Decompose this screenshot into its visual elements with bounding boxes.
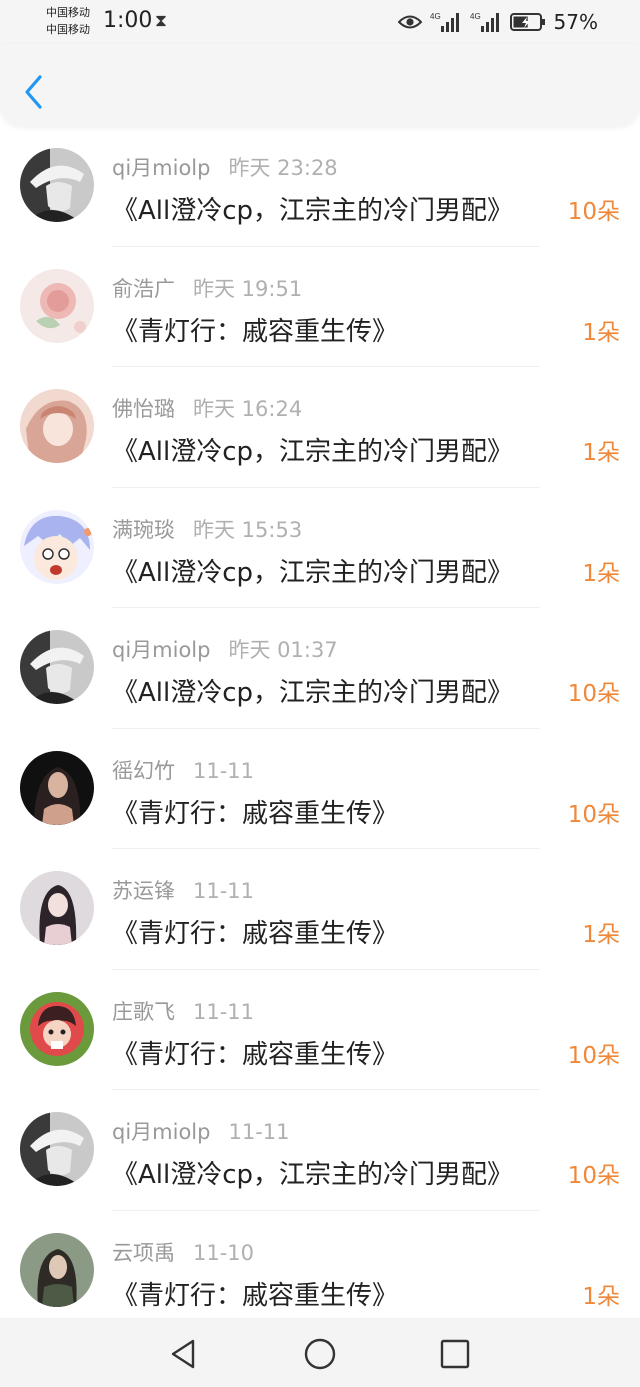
gift-time: 11-11 xyxy=(193,999,255,1024)
header-bar xyxy=(0,44,640,126)
list-item[interactable]: qi月miolp 昨天 01:37 《All澄冷cp，江宗主的冷门男配》 10朵 xyxy=(0,608,640,729)
flower-count: 10朵 xyxy=(567,1042,620,1069)
list-item[interactable]: 徭幻竹 11-11 《青灯行：戚容重生传》 10朵 xyxy=(0,729,640,849)
gift-sender: qi月miolp 昨天 23:28 xyxy=(112,152,338,182)
list-item[interactable]: 庄歌飞 11-11 《青灯行：戚容重生传》 10朵 xyxy=(0,970,640,1090)
nav-back-button[interactable] xyxy=(165,1336,201,1372)
book-title: 《All澄冷cp，江宗主的冷门男配》 xyxy=(112,437,514,467)
gift-time: 昨天 23:28 xyxy=(228,156,338,180)
battery-icon xyxy=(509,13,545,31)
flower-count: 10朵 xyxy=(567,199,620,225)
book-title: 《青灯行：戚容重生传》 xyxy=(112,919,399,949)
sender-name: 满琬琰 xyxy=(112,517,175,542)
avatar xyxy=(20,991,94,1066)
avatar xyxy=(20,750,94,825)
gift-time: 昨天 01:37 xyxy=(228,638,338,662)
book-title: 《All澄冷cp，江宗主的冷门男配》 xyxy=(112,678,514,708)
list-item[interactable]: 苏运锋 11-11 《青灯行：戚容重生传》 1朵 xyxy=(0,849,640,970)
sender-name: qi月miolp xyxy=(112,156,211,180)
gift-sender: 庄歌飞 11-11 xyxy=(112,996,254,1026)
carrier-labels: 中国移动 中国移动 xyxy=(46,4,90,38)
gift-time: 昨天 15:53 xyxy=(193,517,303,542)
book-title: 《青灯行：戚容重生传》 xyxy=(112,316,399,347)
gift-time: 11-10 xyxy=(193,1240,255,1265)
gift-sender: qi月miolp 昨天 01:37 xyxy=(112,634,338,664)
avatar xyxy=(20,1112,94,1186)
eye-icon xyxy=(397,15,422,29)
gift-sender: 苏运锋 11-11 xyxy=(112,875,254,905)
book-title: 《All澄冷cp，江宗主的冷门男配》 xyxy=(112,196,514,226)
nav-recents-button[interactable] xyxy=(437,1336,473,1372)
sender-name: 云项禹 xyxy=(112,1240,175,1265)
list-item[interactable]: 云项禹 11-10 《青灯行：戚容重生传》 1朵 xyxy=(0,1211,640,1332)
nav-home-button[interactable] xyxy=(302,1336,338,1372)
flower-count: 1朵 xyxy=(582,319,620,346)
sender-name: 佛怡璐 xyxy=(112,397,175,421)
carrier-label-1: 中国移动 xyxy=(46,6,90,19)
triangle-back-icon xyxy=(171,1339,195,1369)
list-item[interactable]: 满琬琰 昨天 15:53 《All澄冷cp，江宗主的冷门男配》 1朵 xyxy=(0,488,640,608)
flower-count: 1朵 xyxy=(582,440,620,466)
gift-sender: 佛怡璐 昨天 16:24 xyxy=(112,393,302,423)
gift-sender: qi月miolp 11-11 xyxy=(112,1116,290,1146)
sender-name: qi月miolp xyxy=(112,1120,211,1144)
list-item[interactable]: 佛怡璐 昨天 16:24 《All澄冷cp，江宗主的冷门男配》 1朵 xyxy=(0,367,640,488)
flower-count: 1朵 xyxy=(582,560,620,587)
sender-name: 苏运锋 xyxy=(112,879,175,903)
gift-time: 昨天 16:24 xyxy=(193,397,303,421)
avatar xyxy=(20,630,94,704)
sender-name: 徭幻竹 xyxy=(112,758,175,783)
circle-home-icon xyxy=(304,1338,336,1370)
system-nav-bar xyxy=(0,1318,640,1387)
book-title: 《All澄冷cp，江宗主的冷门男配》 xyxy=(112,557,514,588)
book-title: 《青灯行：戚容重生传》 xyxy=(112,798,399,829)
flower-count: 10朵 xyxy=(567,801,620,828)
flower-count: 1朵 xyxy=(582,922,620,948)
flower-count: 10朵 xyxy=(567,681,620,707)
chevron-left-icon xyxy=(25,75,42,109)
gift-time: 11-11 xyxy=(193,758,255,783)
avatar xyxy=(20,1232,94,1307)
gift-time: 11-11 xyxy=(193,879,255,903)
back-button[interactable] xyxy=(18,72,50,112)
avatar xyxy=(20,268,94,343)
status-time: 1:00 xyxy=(103,8,153,33)
gift-sender: 云项禹 11-10 xyxy=(112,1237,254,1267)
app-screen: 中国移动 中国移动 1:00 ⧗ 4G 4G 57% qi月miolp 昨天 2… xyxy=(0,0,640,1387)
signal-icon-sim1: 4G xyxy=(430,12,459,32)
carrier-label-2: 中国移动 xyxy=(46,23,90,36)
gift-sender: 满琬琰 昨天 15:53 xyxy=(112,514,302,544)
list-item[interactable]: qi月miolp 11-11 《All澄冷cp，江宗主的冷门男配》 10朵 xyxy=(0,1090,640,1211)
sender-name: 庄歌飞 xyxy=(112,999,175,1024)
network-type-1: 4G xyxy=(430,12,441,21)
square-recents-icon xyxy=(440,1339,470,1369)
flower-count: 10朵 xyxy=(567,1163,620,1189)
gift-record-list: qi月miolp 昨天 23:28 《All澄冷cp，江宗主的冷门男配》 10朵 … xyxy=(0,126,640,1331)
flower-count: 1朵 xyxy=(582,1283,620,1310)
gift-time: 11-11 xyxy=(228,1120,290,1144)
gift-time: 昨天 19:51 xyxy=(193,276,303,301)
avatar xyxy=(20,509,94,584)
avatar xyxy=(20,389,94,463)
book-title: 《青灯行：戚容重生传》 xyxy=(112,1039,399,1070)
list-item[interactable]: qi月miolp 昨天 23:28 《All澄冷cp，江宗主的冷门男配》 10朵 xyxy=(0,126,640,247)
avatar xyxy=(20,148,94,222)
battery-percent: 57% xyxy=(553,10,598,34)
book-title: 《All澄冷cp，江宗主的冷门男配》 xyxy=(112,1160,514,1190)
sender-name: 俞浩广 xyxy=(112,276,175,301)
book-title: 《青灯行：戚容重生传》 xyxy=(112,1280,399,1311)
list-item[interactable]: 俞浩广 昨天 19:51 《青灯行：戚容重生传》 1朵 xyxy=(0,247,640,367)
gift-sender: 俞浩广 昨天 19:51 xyxy=(112,273,302,303)
avatar xyxy=(20,871,94,945)
gift-sender: 徭幻竹 11-11 xyxy=(112,755,254,785)
status-bar: 中国移动 中国移动 1:00 ⧗ 4G 4G 57% xyxy=(0,0,640,44)
sender-name: qi月miolp xyxy=(112,638,211,662)
status-icons: 4G 4G 57% xyxy=(397,6,598,38)
network-type-2: 4G xyxy=(470,12,481,21)
hourglass-icon: ⧗ xyxy=(155,11,167,31)
signal-icon-sim2: 4G xyxy=(470,12,499,32)
